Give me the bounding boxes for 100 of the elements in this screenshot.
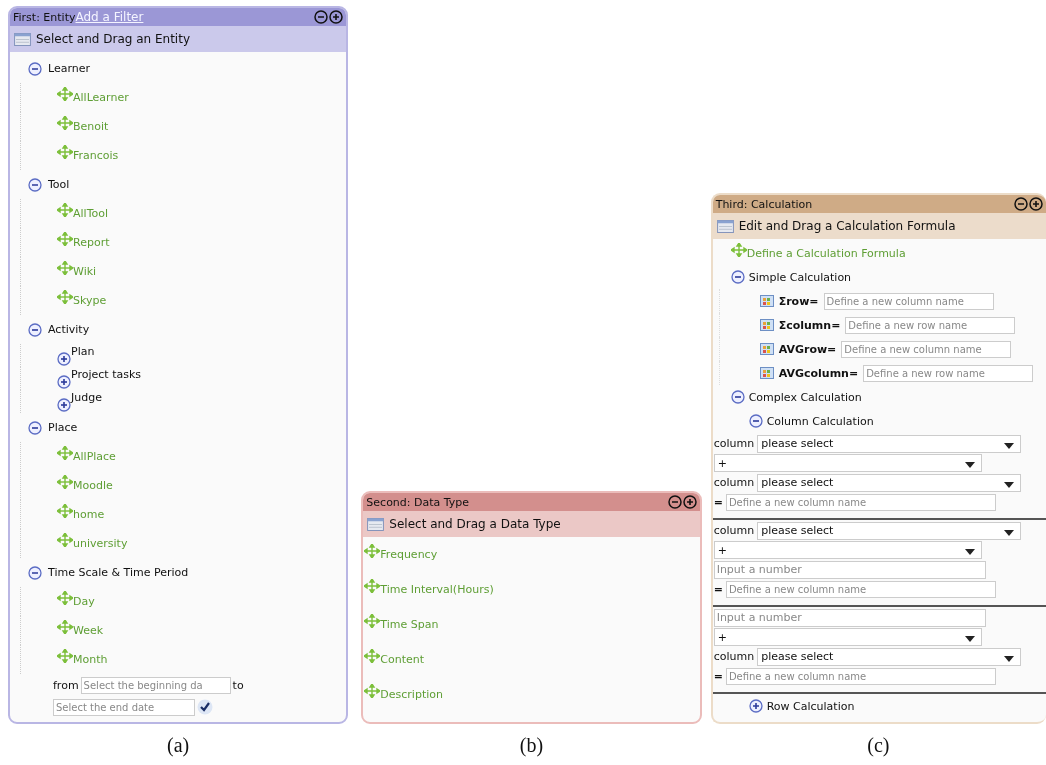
field-label: column bbox=[713, 524, 755, 538]
number-input-field[interactable]: Input a number bbox=[713, 560, 986, 579]
figure-caption: (b) bbox=[518, 733, 545, 759]
minus-circle-icon[interactable] bbox=[314, 10, 329, 24]
plus-circle-icon[interactable] bbox=[682, 495, 697, 509]
draggable-item[interactable]: university bbox=[73, 537, 128, 550]
collapse-icon[interactable] bbox=[28, 565, 42, 580]
tree-node[interactable]: Row Calculation bbox=[766, 699, 855, 713]
dropdown[interactable]: please select bbox=[757, 521, 1022, 540]
add-filter-link[interactable]: Add a Filter bbox=[75, 10, 144, 24]
caret-icon bbox=[1004, 529, 1015, 536]
collapse-icon[interactable] bbox=[730, 390, 745, 404]
caret-icon bbox=[1004, 442, 1015, 449]
tree-node[interactable]: Activity bbox=[48, 323, 90, 336]
move-arrows-icon bbox=[57, 202, 73, 217]
collapse-icon[interactable] bbox=[28, 177, 42, 192]
name-input-field[interactable]: Define a new column name bbox=[725, 580, 996, 598]
draggable-item[interactable]: Content bbox=[380, 653, 425, 666]
dropdown[interactable]: + bbox=[713, 628, 982, 647]
move-arrows-icon bbox=[57, 474, 73, 489]
draggable-item[interactable]: AllTool bbox=[73, 207, 108, 220]
move-arrows-icon bbox=[57, 115, 73, 130]
draggable-item[interactable]: Month bbox=[73, 653, 108, 666]
tree-node[interactable]: Time Scale & Time Period bbox=[48, 566, 189, 579]
dropdown[interactable]: + bbox=[713, 454, 982, 473]
dropdown[interactable]: + bbox=[713, 541, 982, 560]
move-arrows-icon bbox=[57, 445, 73, 460]
draggable-item[interactable]: Time Span bbox=[380, 618, 439, 631]
formula-label: Σcolumn= bbox=[778, 318, 841, 332]
field-label: column bbox=[713, 476, 755, 490]
tree-node[interactable]: Learner bbox=[48, 62, 91, 75]
caret-icon bbox=[1004, 481, 1015, 488]
tree-node[interactable]: Project tasks bbox=[71, 368, 142, 381]
minus-circle-icon[interactable] bbox=[1014, 197, 1028, 211]
draggable-item[interactable]: Week bbox=[73, 624, 104, 637]
field-label: from bbox=[53, 678, 79, 692]
dropdown[interactable]: please select bbox=[757, 434, 1022, 453]
tree-node[interactable]: Judge bbox=[71, 391, 102, 404]
tree-node[interactable]: Tool bbox=[48, 178, 70, 191]
draggable-item[interactable]: Skype bbox=[73, 294, 107, 307]
formula-label: Σrow= bbox=[778, 294, 819, 308]
move-arrows-icon bbox=[364, 578, 381, 593]
name-input-field[interactable]: Define a new row name bbox=[863, 364, 1034, 382]
name-input-field[interactable]: Define a new column name bbox=[841, 340, 1012, 358]
section-title: Edit and Drag a Calculation Formula bbox=[738, 219, 956, 233]
name-input-field[interactable]: Define a new column name bbox=[725, 493, 996, 511]
draggable-item[interactable]: Frequency bbox=[380, 548, 438, 561]
panel-title: Second: Data Type bbox=[366, 495, 470, 509]
draggable-item[interactable]: home bbox=[73, 508, 105, 521]
draggable-item[interactable]: Description bbox=[380, 688, 443, 701]
draggable-item[interactable]: Day bbox=[73, 595, 95, 608]
draggable-item[interactable]: Moodle bbox=[73, 479, 113, 492]
caret-icon bbox=[1004, 655, 1015, 662]
equals-sign: = bbox=[713, 669, 723, 683]
check-icon[interactable] bbox=[197, 699, 213, 715]
equals-sign: = bbox=[713, 582, 723, 596]
collapse-icon[interactable] bbox=[28, 61, 42, 76]
equals-sign: = bbox=[713, 495, 723, 509]
move-arrows-icon bbox=[57, 619, 73, 634]
collapse-icon[interactable] bbox=[730, 270, 745, 284]
plus-circle-icon[interactable] bbox=[329, 10, 344, 24]
name-input-field[interactable]: Define a new column name bbox=[725, 667, 996, 685]
formula-label: AVGcolumn= bbox=[778, 366, 859, 380]
draggable-item[interactable]: AllLearner bbox=[73, 91, 129, 104]
move-arrows-icon bbox=[364, 683, 381, 698]
tree-node[interactable]: Column Calculation bbox=[766, 414, 874, 428]
collapse-icon[interactable] bbox=[748, 414, 763, 428]
draggable-item[interactable]: Wiki bbox=[73, 265, 97, 278]
expand-icon[interactable] bbox=[57, 374, 71, 389]
dropdown[interactable]: please select bbox=[757, 647, 1022, 666]
draggable-item[interactable]: Francois bbox=[73, 149, 119, 162]
tree-node[interactable]: Simple Calculation bbox=[748, 270, 852, 284]
name-input-field[interactable]: Define a new row name bbox=[845, 316, 1016, 334]
tree-node[interactable]: Plan bbox=[71, 345, 95, 358]
dropdown[interactable]: please select bbox=[757, 473, 1022, 492]
draggable-item[interactable]: AllPlace bbox=[73, 450, 116, 463]
name-input-field[interactable]: Define a new column name bbox=[823, 292, 994, 310]
expand-icon[interactable] bbox=[57, 397, 71, 412]
draggable-item[interactable]: Time Interval(Hours) bbox=[380, 583, 494, 596]
figure-caption: (a) bbox=[166, 733, 191, 759]
draggable-item[interactable]: Benoit bbox=[73, 120, 109, 133]
draggable-item[interactable]: Report bbox=[73, 236, 110, 249]
tree-node[interactable]: Complex Calculation bbox=[748, 390, 862, 404]
collapse-icon[interactable] bbox=[28, 322, 42, 337]
expand-icon[interactable] bbox=[748, 699, 763, 713]
move-arrows-icon bbox=[730, 243, 747, 257]
plus-circle-icon[interactable] bbox=[1029, 197, 1043, 211]
move-arrows-icon bbox=[57, 260, 73, 275]
expand-icon[interactable] bbox=[57, 351, 71, 366]
grid-icon bbox=[759, 319, 774, 331]
minus-circle-icon[interactable] bbox=[667, 495, 682, 509]
field-label: column bbox=[713, 650, 755, 664]
number-input-field[interactable]: Input a number bbox=[713, 608, 986, 627]
end-date-field[interactable]: Select the end date bbox=[53, 698, 195, 716]
collapse-icon[interactable] bbox=[28, 420, 42, 435]
move-arrows-icon bbox=[57, 648, 73, 663]
start-date-field[interactable]: Select the beginning da bbox=[80, 676, 231, 694]
tree-node[interactable]: Place bbox=[48, 421, 78, 434]
figure-caption: (c) bbox=[866, 733, 891, 759]
draggable-item[interactable]: Define a Calculation Formula bbox=[746, 246, 906, 260]
